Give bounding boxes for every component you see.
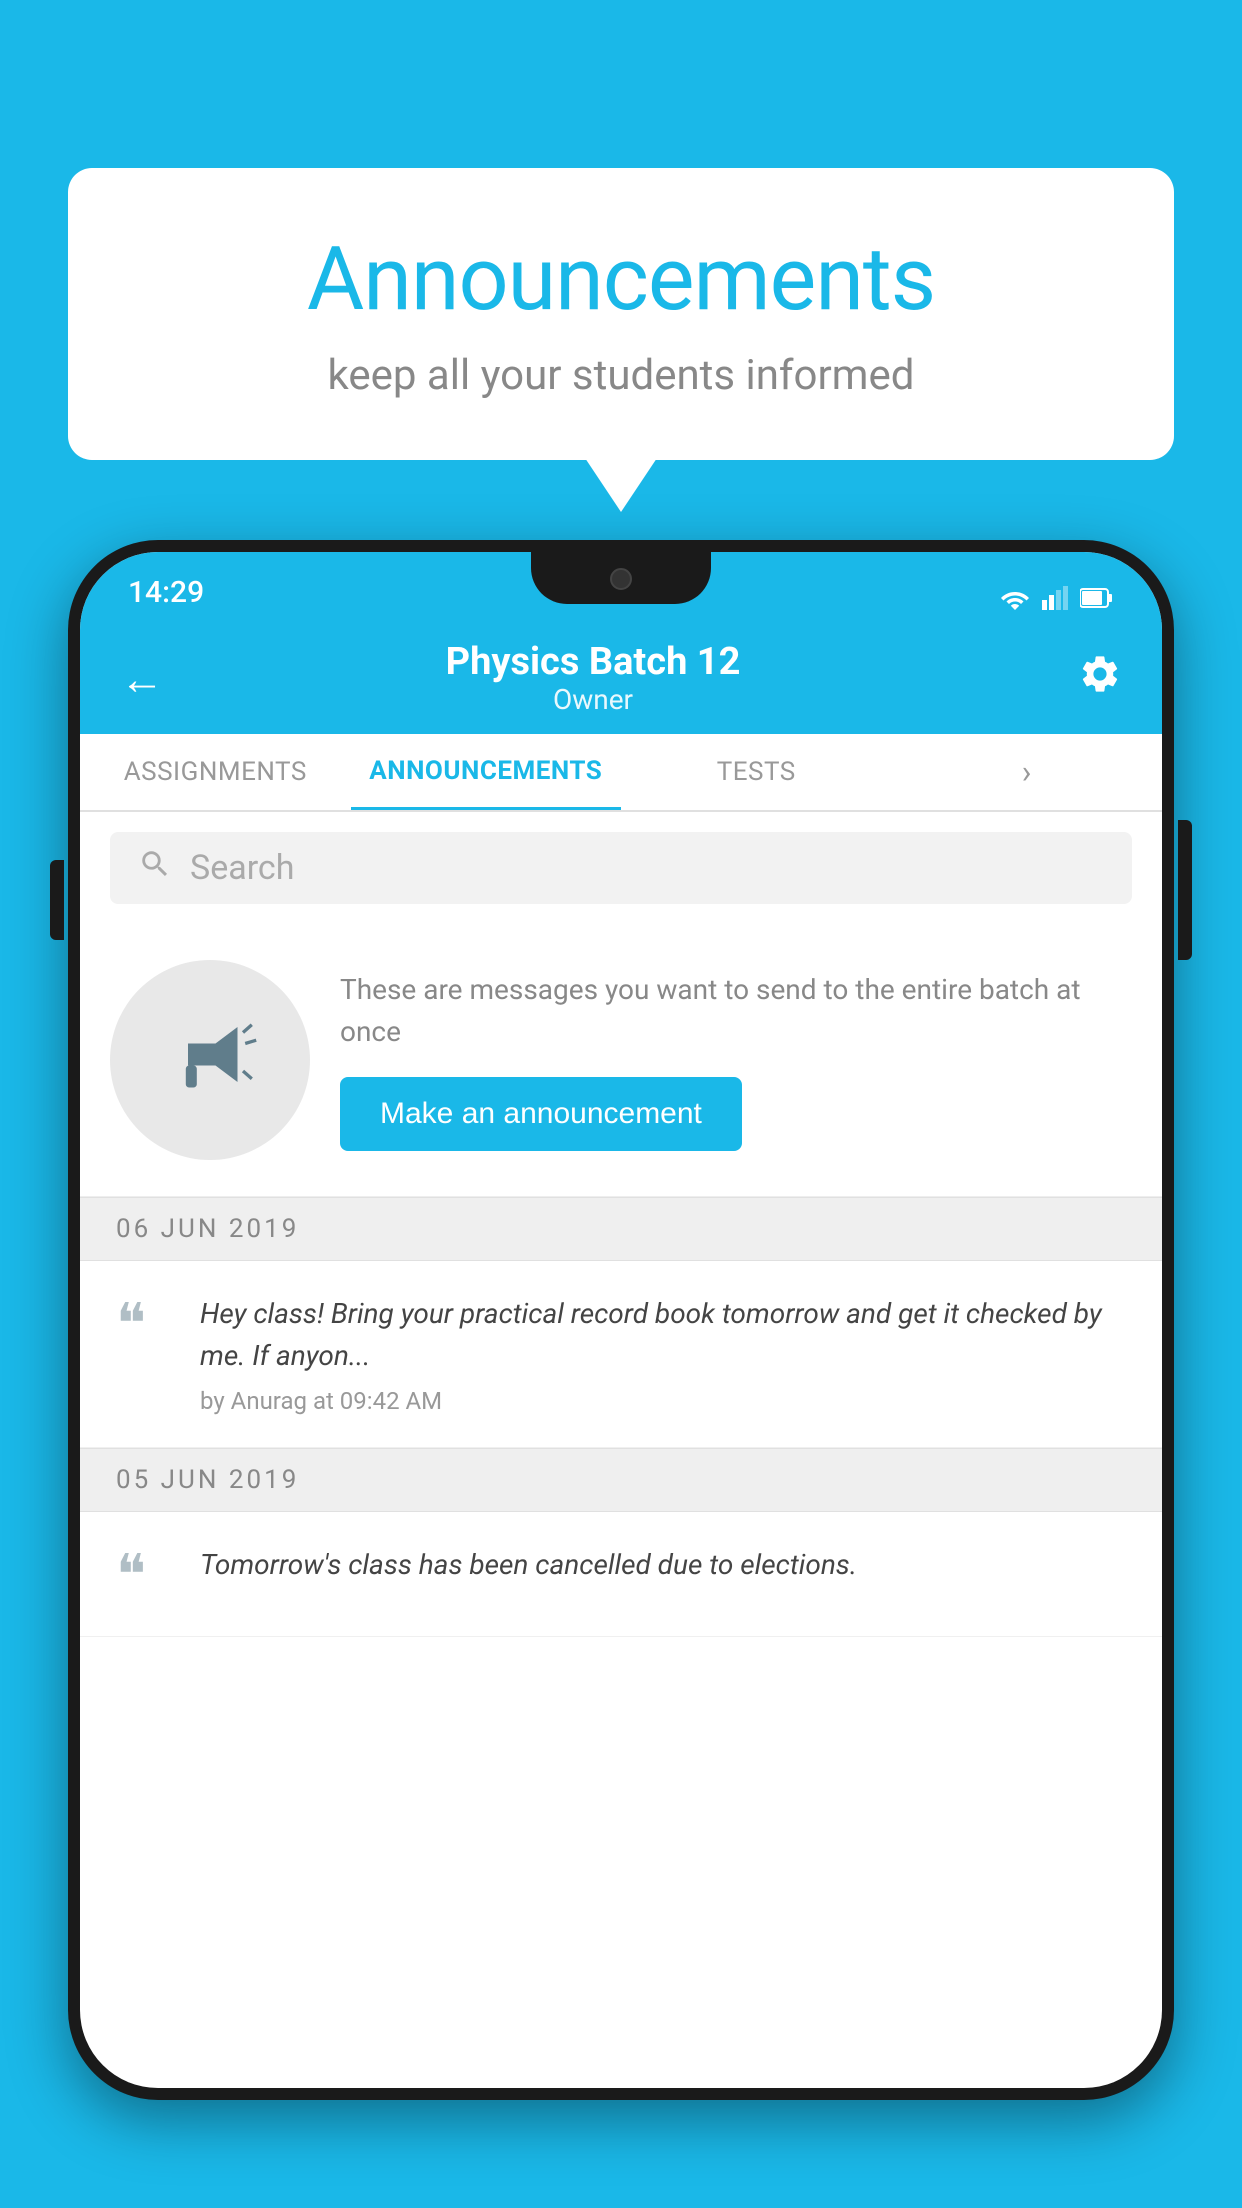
search-bar[interactable]: Search (110, 832, 1132, 904)
tab-tests[interactable]: TESTS (621, 734, 892, 810)
status-time: 14:29 (128, 575, 204, 610)
tab-announcements[interactable]: ANNOUNCEMENTS (351, 734, 622, 810)
megaphone-icon (155, 1005, 265, 1115)
tab-more[interactable]: › (892, 734, 1163, 810)
phone-outer-shell: 14:29 (68, 540, 1174, 2100)
announcement-item-2[interactable]: ❝ Tomorrow's class has been cancelled du… (80, 1512, 1162, 1637)
promo-description: These are messages you want to send to t… (340, 969, 1126, 1053)
announcement-content-1: Hey class! Bring your practical record b… (200, 1293, 1126, 1415)
batch-name: Physics Batch 12 (108, 642, 1078, 684)
speech-bubble-section: Announcements keep all your students inf… (68, 168, 1174, 460)
announcement-text-2: Tomorrow's class has been cancelled due … (200, 1544, 1126, 1586)
tab-bar: ASSIGNMENTS ANNOUNCEMENTS TESTS › (80, 734, 1162, 812)
signal-icon (1042, 586, 1068, 610)
phone-notch (531, 552, 711, 604)
front-camera (610, 568, 632, 590)
announcements-hero-subtitle: keep all your students informed (128, 351, 1114, 400)
app-bar: ← Physics Batch 12 Owner (80, 624, 1162, 734)
date-separator-2: 05 JUN 2019 (80, 1448, 1162, 1512)
search-container: Search (80, 812, 1162, 924)
search-icon (138, 847, 172, 890)
battery-icon (1080, 587, 1114, 609)
status-icons (1000, 586, 1114, 610)
promo-icon-circle (110, 960, 310, 1160)
make-announcement-button[interactable]: Make an announcement (340, 1077, 742, 1151)
wifi-icon (1000, 586, 1030, 610)
speech-bubble-card: Announcements keep all your students inf… (68, 168, 1174, 460)
announcement-author-1: by Anurag at 09:42 AM (200, 1387, 1126, 1415)
announcement-text-1: Hey class! Bring your practical record b… (200, 1293, 1126, 1377)
announcement-content-2: Tomorrow's class has been cancelled due … (200, 1544, 1126, 1604)
app-bar-title-area: Physics Batch 12 Owner (108, 642, 1078, 717)
announcement-promo-section: These are messages you want to send to t… (80, 924, 1162, 1197)
tab-assignments[interactable]: ASSIGNMENTS (80, 734, 351, 810)
phone-mockup: 14:29 (68, 540, 1174, 2208)
quote-icon-2: ❝ (116, 1548, 176, 1604)
settings-icon[interactable] (1078, 652, 1122, 707)
date-separator-1: 06 JUN 2019 (80, 1197, 1162, 1261)
promo-content: These are messages you want to send to t… (340, 969, 1126, 1151)
search-placeholder: Search (190, 848, 294, 888)
user-role: Owner (108, 683, 1078, 716)
quote-icon-1: ❝ (116, 1297, 176, 1415)
phone-screen: 14:29 (80, 552, 1162, 2088)
announcements-hero-title: Announcements (128, 228, 1114, 331)
announcement-item-1[interactable]: ❝ Hey class! Bring your practical record… (80, 1261, 1162, 1448)
